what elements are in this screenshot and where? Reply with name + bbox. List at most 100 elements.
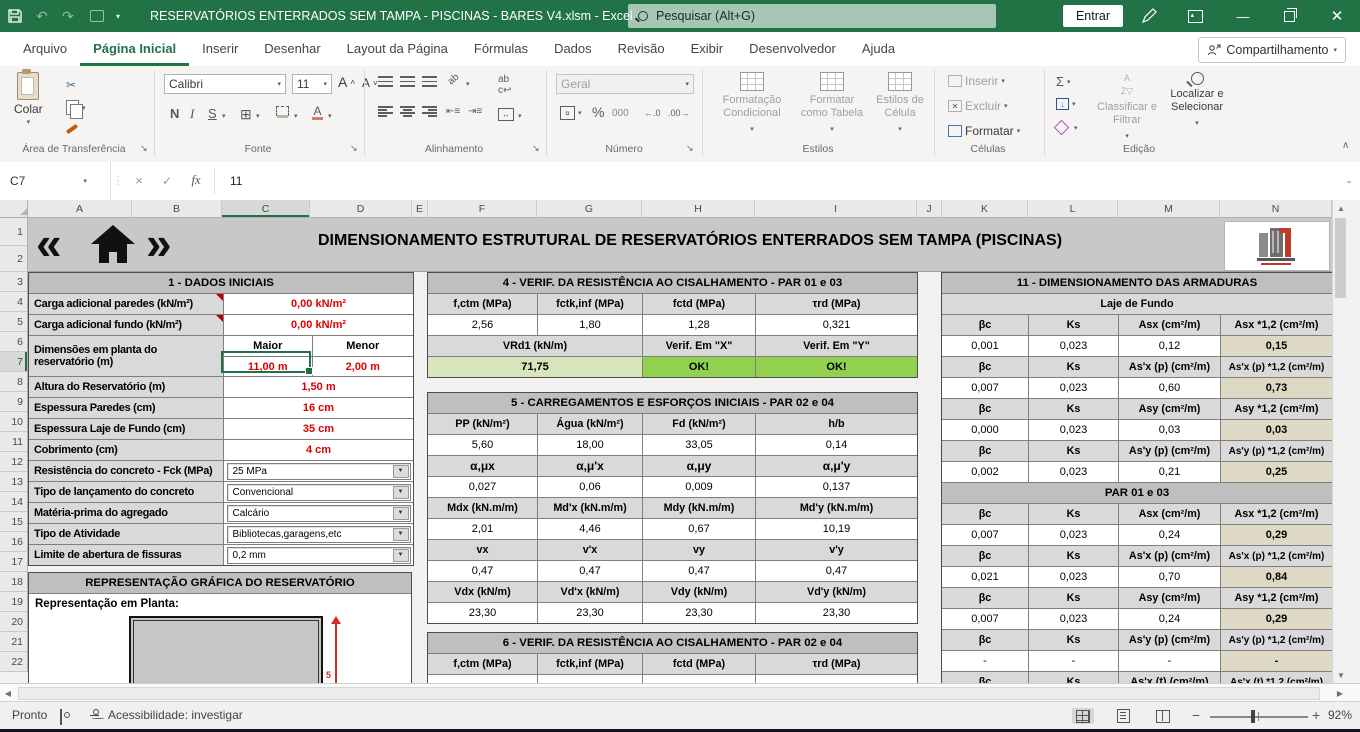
increase-font-icon[interactable]: A˄ [338,74,355,90]
row-header[interactable]: 8 [0,372,28,392]
macro-record-button[interactable] [60,710,62,724]
number-dialog-launcher-icon[interactable]: ↘ [686,143,694,154]
fill-button[interactable]: ↓▾ [1056,98,1076,110]
tab-dados[interactable]: Dados [541,32,605,66]
cell[interactable]: 23,30 [755,603,917,623]
dropdown-arrow-icon[interactable]: ▼ [393,486,409,499]
row-header[interactable]: 11 [0,432,28,452]
cancel-entry-icon[interactable]: × [128,162,150,199]
cell[interactable]: 0,29 [1220,609,1332,629]
row-header[interactable]: 14 [0,492,28,512]
sign-in-button[interactable]: Entrar [1063,5,1123,27]
comma-style-button[interactable]: 000 [612,108,629,119]
align-center-icon[interactable] [400,106,415,117]
cell[interactable]: 0,25 [1220,462,1332,482]
atividade-dropdown[interactable]: Bibliotecas,garagens,etc▼ [227,526,411,543]
col-header-C[interactable]: C [222,200,310,218]
cell[interactable]: 0,24 [1118,609,1220,629]
font-dialog-launcher-icon[interactable]: ↘ [350,143,358,154]
cell[interactable]: 0,002 [942,462,1028,482]
find-select-button[interactable]: Localizar e Selecionar▾ [1164,72,1230,130]
row-header-2[interactable]: 2 [0,246,28,272]
row-header[interactable]: 15 [0,512,28,532]
redo-icon[interactable]: ↷ [62,0,74,32]
tab-inserir[interactable]: Inserir [189,32,251,66]
cell[interactable]: 35 cm [223,419,413,439]
cell[interactable]: 0,023 [1028,462,1118,482]
tab-desenhar[interactable]: Desenhar [251,32,333,66]
restore-button[interactable] [1272,0,1306,32]
cell[interactable]: 0,24 [1118,525,1220,545]
align-right-icon[interactable] [422,106,437,117]
cell[interactable]: 0,73 [1220,378,1332,398]
cell[interactable]: 0,023 [1028,567,1118,587]
cell[interactable]: 0,007 [942,609,1028,629]
cell[interactable] [537,675,642,683]
cell[interactable]: 4,46 [537,519,642,539]
cell[interactable]: 0,023 [1028,525,1118,545]
insert-function-icon[interactable]: fx [184,162,208,199]
fill-caret-icon[interactable]: ▾ [294,112,298,120]
decrease-decimal-icon[interactable]: .00→ [668,108,690,118]
fill-handle[interactable] [305,367,313,375]
cell[interactable]: 0,023 [1028,378,1118,398]
cell[interactable]: 2,00 m [312,357,413,377]
insert-cells-button[interactable]: Inserir▾ [948,74,1005,88]
nav-forward-button[interactable]: » [146,220,169,266]
cell[interactable]: 0,00 kN/m² [223,294,413,314]
wrap-text-icon[interactable]: abc↩ [498,74,511,96]
cell[interactable]: 0,137 [755,477,917,497]
status-cell[interactable]: OK! [755,357,917,377]
cell[interactable]: 0,000 [942,420,1028,440]
cell[interactable]: 2,56 [428,315,537,335]
zoom-slider-track[interactable] [1210,716,1308,718]
col-header-B[interactable]: B [132,200,222,218]
normal-view-button[interactable] [1072,708,1094,724]
borders-icon[interactable]: ⊞ [240,106,252,123]
horizontal-scroll-thumb[interactable] [18,687,1320,700]
cell[interactable]: 5,60 [428,435,537,455]
format-cells-button[interactable]: Formatar▾ [948,124,1020,138]
cell[interactable]: 0,60 [1118,378,1220,398]
page-layout-view-button[interactable] [1112,708,1134,724]
cell[interactable]: 0,00 kN/m² [223,315,413,335]
vertical-scroll-thumb[interactable] [1335,218,1346,298]
format-painter-button[interactable] [66,123,78,127]
collapse-ribbon-icon[interactable]: ∧ [1342,140,1349,151]
cell[interactable]: 0,007 [942,525,1028,545]
row-header-7[interactable]: 7 [0,352,28,372]
cell[interactable]: 0,009 [642,477,755,497]
cell[interactable]: - [1118,651,1220,671]
col-header-H[interactable]: H [642,200,755,218]
ink-pen-icon[interactable] [1132,0,1166,32]
cell-styles-button[interactable]: Estilos de Célula▾ [872,72,928,136]
number-format-combo[interactable]: Geral▾ [556,74,694,94]
row-header[interactable]: 5 [0,312,28,332]
orientation-caret-icon[interactable]: ▾ [466,80,470,88]
scroll-right-icon[interactable]: ▶ [1332,685,1348,701]
row-header[interactable]: 19 [0,592,28,612]
zoom-slider-thumb[interactable] [1251,710,1255,723]
cell[interactable]: 0,14 [755,435,917,455]
row-header[interactable]: 4 [0,292,28,312]
row-header[interactable]: 16 [0,532,28,552]
fck-dropdown[interactable]: 25 MPa▼ [227,463,411,480]
col-header-I[interactable]: I [755,200,917,218]
scroll-down-icon[interactable]: ▼ [1333,667,1349,683]
delete-cells-button[interactable]: ✕Excluir▾ [948,99,1008,113]
col-header-K[interactable]: K [942,200,1028,218]
cell[interactable]: 10,19 [755,519,917,539]
dropdown-arrow-icon[interactable]: ▼ [393,465,409,478]
cell[interactable]: 23,30 [428,603,537,623]
tab-exibir[interactable]: Exibir [678,32,737,66]
col-header-G[interactable]: G [537,200,642,218]
cell[interactable]: 23,30 [642,603,755,623]
cell[interactable]: 16 cm [223,398,413,418]
align-top-icon[interactable] [378,76,393,87]
fissuras-dropdown[interactable]: 0,2 mm▼ [227,547,411,564]
bold-button[interactable]: N [170,106,179,121]
clipboard-dialog-launcher-icon[interactable]: ↘ [140,143,148,154]
touch-mode-icon[interactable] [90,0,104,32]
cell[interactable]: 33,05 [642,435,755,455]
row-header[interactable]: 18 [0,572,28,592]
